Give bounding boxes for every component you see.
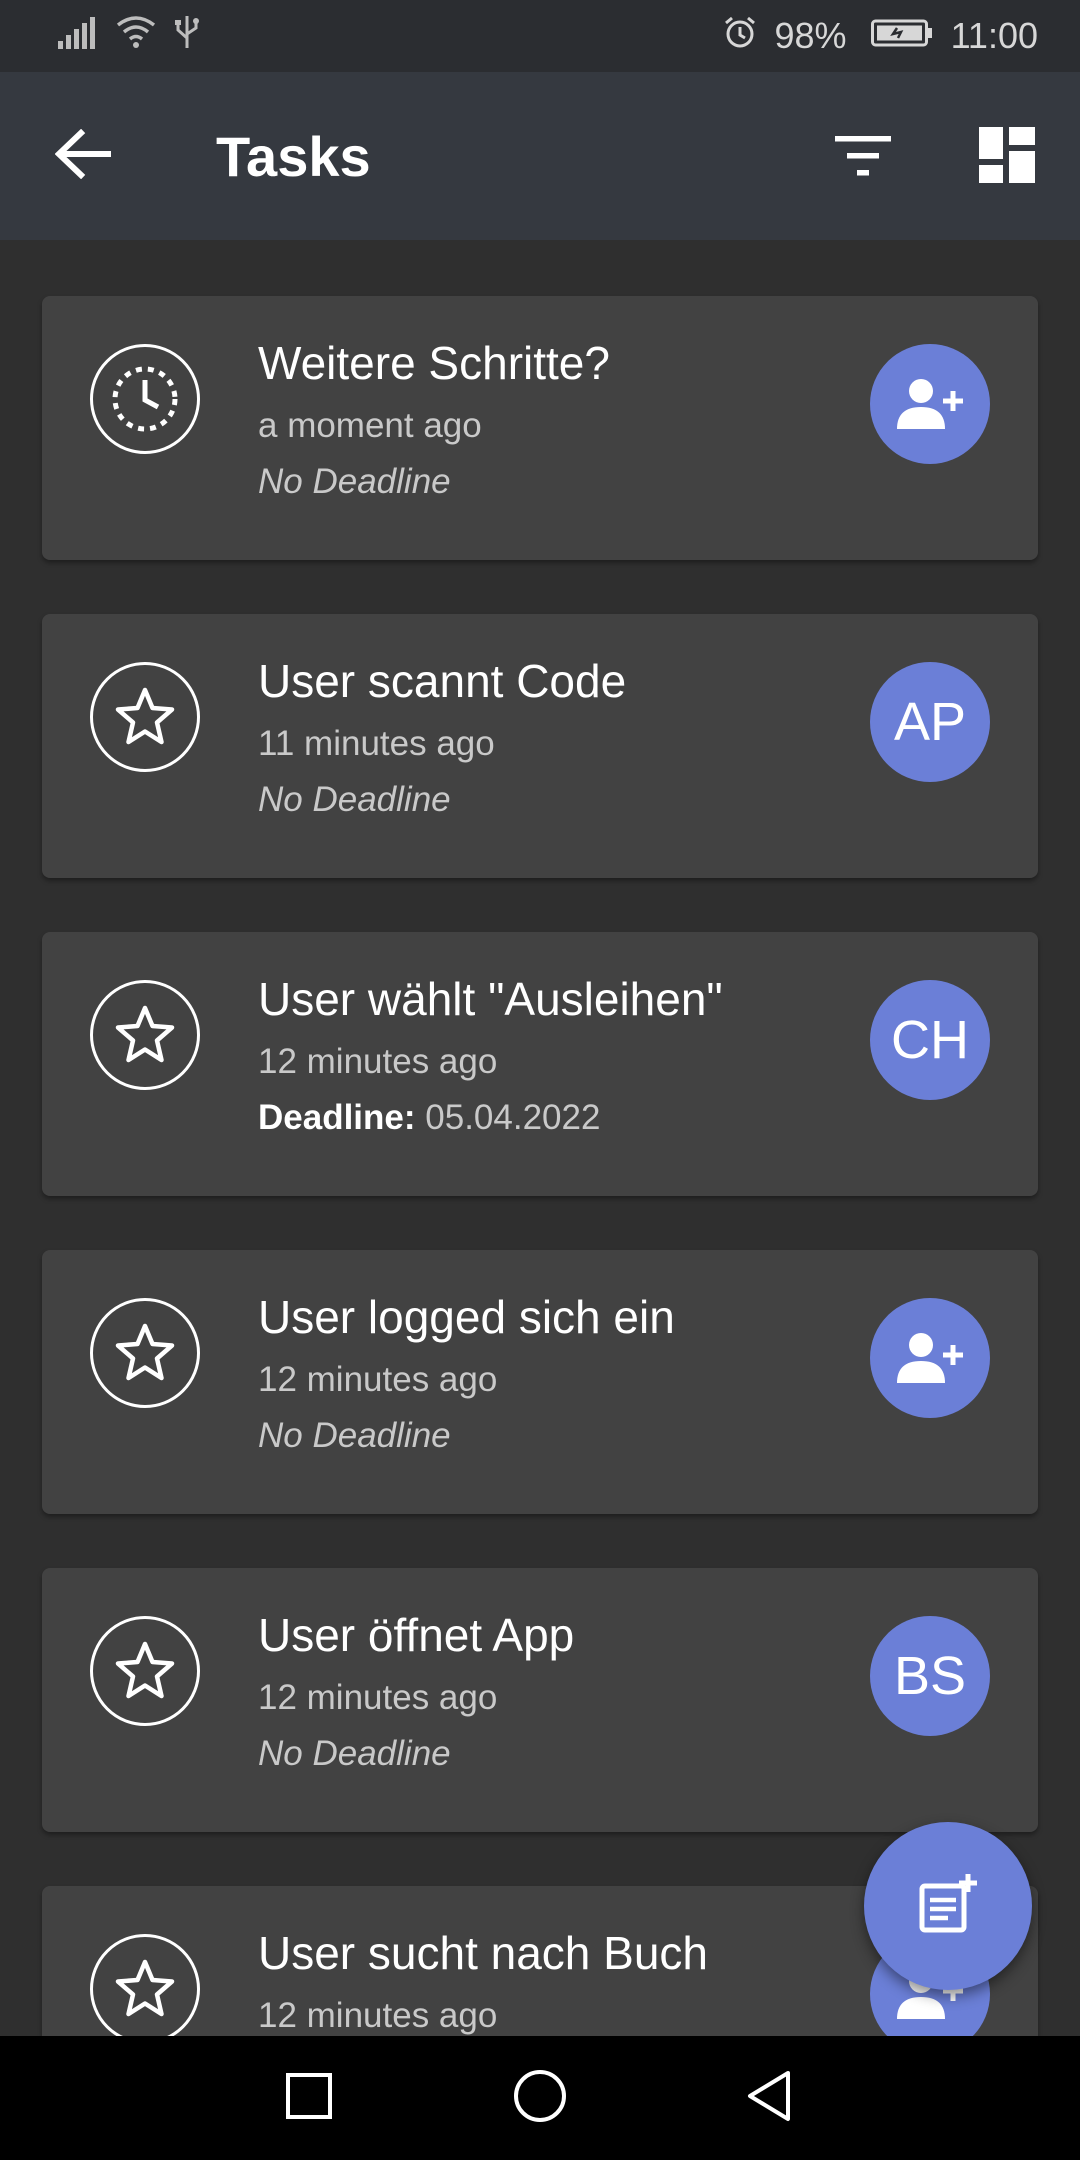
add-task-button[interactable]: [864, 1822, 1032, 1990]
signal-icon: [58, 15, 98, 58]
task-deadline: Deadline: 05.04.2022: [258, 1098, 600, 1138]
system-nav-bar: [0, 2036, 1080, 2160]
task-title: Weitere Schritte?: [258, 337, 610, 389]
assignee-avatar[interactable]: AP: [870, 662, 990, 782]
star-icon[interactable]: [90, 662, 200, 772]
alarm-icon: [723, 15, 757, 58]
add-note-icon: [916, 1872, 980, 1941]
system-back-button[interactable]: [734, 2066, 804, 2130]
task-deadline: No Deadline: [258, 1416, 451, 1455]
add-user-icon: [895, 1331, 965, 1385]
wifi-icon: [116, 15, 156, 58]
task-title: User scannt Code: [258, 655, 627, 707]
filter-icon: [835, 135, 891, 181]
star-icon[interactable]: [90, 1934, 200, 2044]
task-card[interactable]: User wählt "Ausleihen" 12 minutes ago Dead…: [42, 932, 1038, 1196]
status-left: [58, 14, 200, 59]
task-timestamp: 11 minutes ago: [258, 724, 495, 763]
task-title: User logged sich ein: [258, 1291, 675, 1343]
add-user-icon: [895, 377, 965, 431]
recents-icon: [285, 2072, 333, 2125]
task-timestamp: 12 minutes ago: [258, 1360, 498, 1399]
filter-button[interactable]: [832, 130, 894, 186]
battery-icon: [870, 15, 933, 57]
battery-percent: 98%: [774, 15, 847, 56]
task-timestamp: 12 minutes ago: [258, 1042, 498, 1081]
task-card[interactable]: User logged sich ein 12 minutes ago No Dea…: [42, 1250, 1038, 1514]
star-icon[interactable]: [90, 1616, 200, 1726]
status-right: 98% 11:00: [723, 15, 1038, 58]
assign-user-button[interactable]: [870, 1298, 990, 1418]
task-card[interactable]: Weitere Schritte? a moment ago No Deadline: [42, 296, 1038, 560]
app-bar: Tasks: [0, 72, 1080, 240]
assign-user-button[interactable]: [870, 344, 990, 464]
back-arrow-icon: [54, 128, 112, 184]
task-title: User wählt "Ausleihen": [258, 973, 723, 1025]
page-title: Tasks: [216, 125, 371, 188]
recents-button[interactable]: [274, 2066, 344, 2130]
back-button[interactable]: [50, 126, 116, 186]
task-deadline: No Deadline: [258, 462, 451, 501]
deadline-label: Deadline:: [258, 1098, 416, 1137]
task-timestamp: a moment ago: [258, 406, 482, 445]
deadline-date: 05.04.2022: [425, 1098, 601, 1137]
task-timestamp: 12 minutes ago: [258, 1678, 498, 1717]
home-button[interactable]: [505, 2066, 575, 2130]
dashboard-icon: [979, 126, 1035, 188]
back-icon: [744, 2069, 794, 2128]
assignee-avatar[interactable]: CH: [870, 980, 990, 1100]
task-deadline: No Deadline: [258, 780, 451, 819]
task-timestamp: 12 minutes ago: [258, 1996, 498, 2035]
assignee-avatar[interactable]: BS: [870, 1616, 990, 1736]
home-icon: [512, 2068, 568, 2129]
star-icon[interactable]: [90, 980, 200, 1090]
task-title: User sucht nach Buch: [258, 1927, 709, 1979]
task-card[interactable]: User scannt Code 11 minutes ago No Deadlin…: [42, 614, 1038, 878]
status-bar: 98% 11:00: [0, 0, 1080, 72]
task-deadline: No Deadline: [258, 1734, 451, 1773]
star-icon[interactable]: [90, 1298, 200, 1408]
dashboard-view-button[interactable]: [978, 126, 1036, 188]
task-card[interactable]: User öffnet App 12 minutes ago No Deadline…: [42, 1568, 1038, 1832]
clock-time: 11:00: [950, 15, 1038, 56]
task-title: User öffnet App: [258, 1609, 575, 1661]
clock-icon[interactable]: [90, 344, 200, 454]
usb-icon: [174, 14, 200, 59]
